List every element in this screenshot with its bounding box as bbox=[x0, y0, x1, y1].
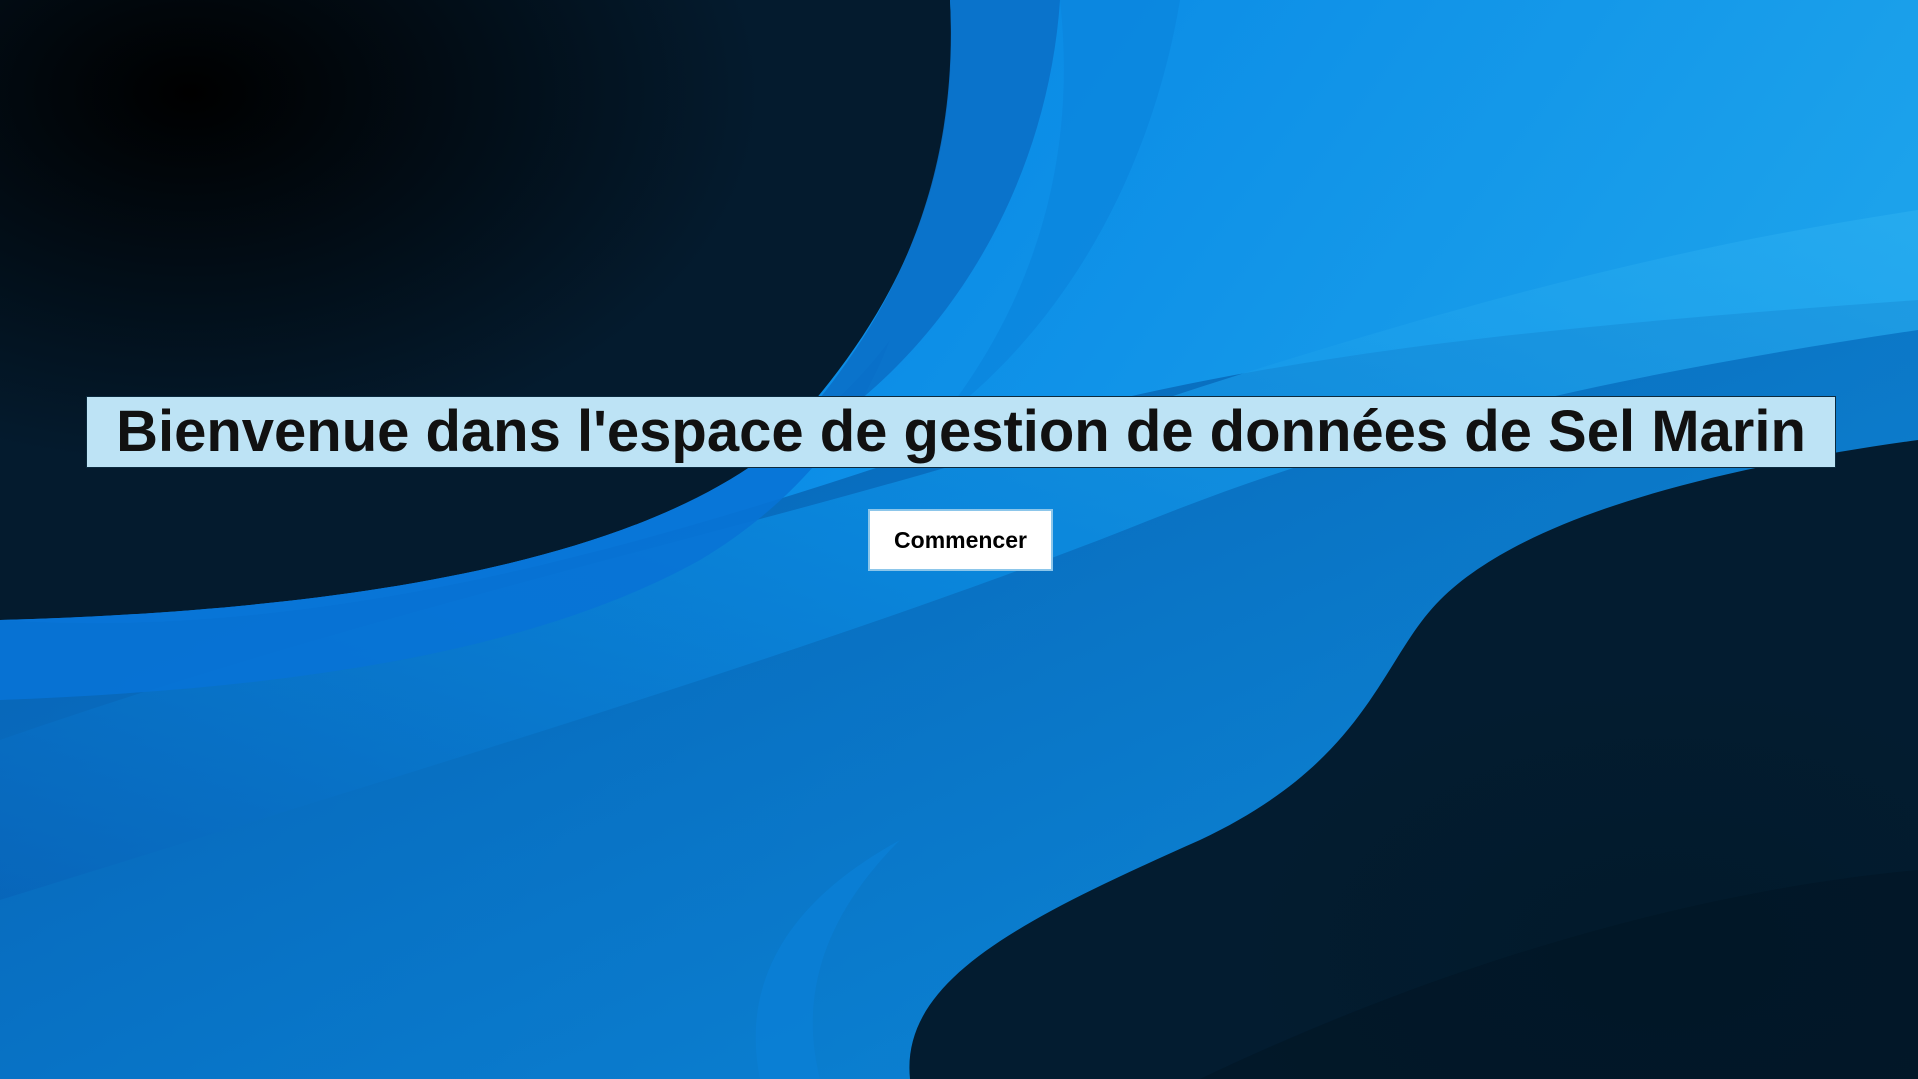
welcome-title: Bienvenue dans l'espace de gestion de do… bbox=[116, 399, 1806, 464]
start-button[interactable]: Commencer bbox=[868, 509, 1053, 571]
welcome-banner: Bienvenue dans l'espace de gestion de do… bbox=[86, 396, 1836, 468]
